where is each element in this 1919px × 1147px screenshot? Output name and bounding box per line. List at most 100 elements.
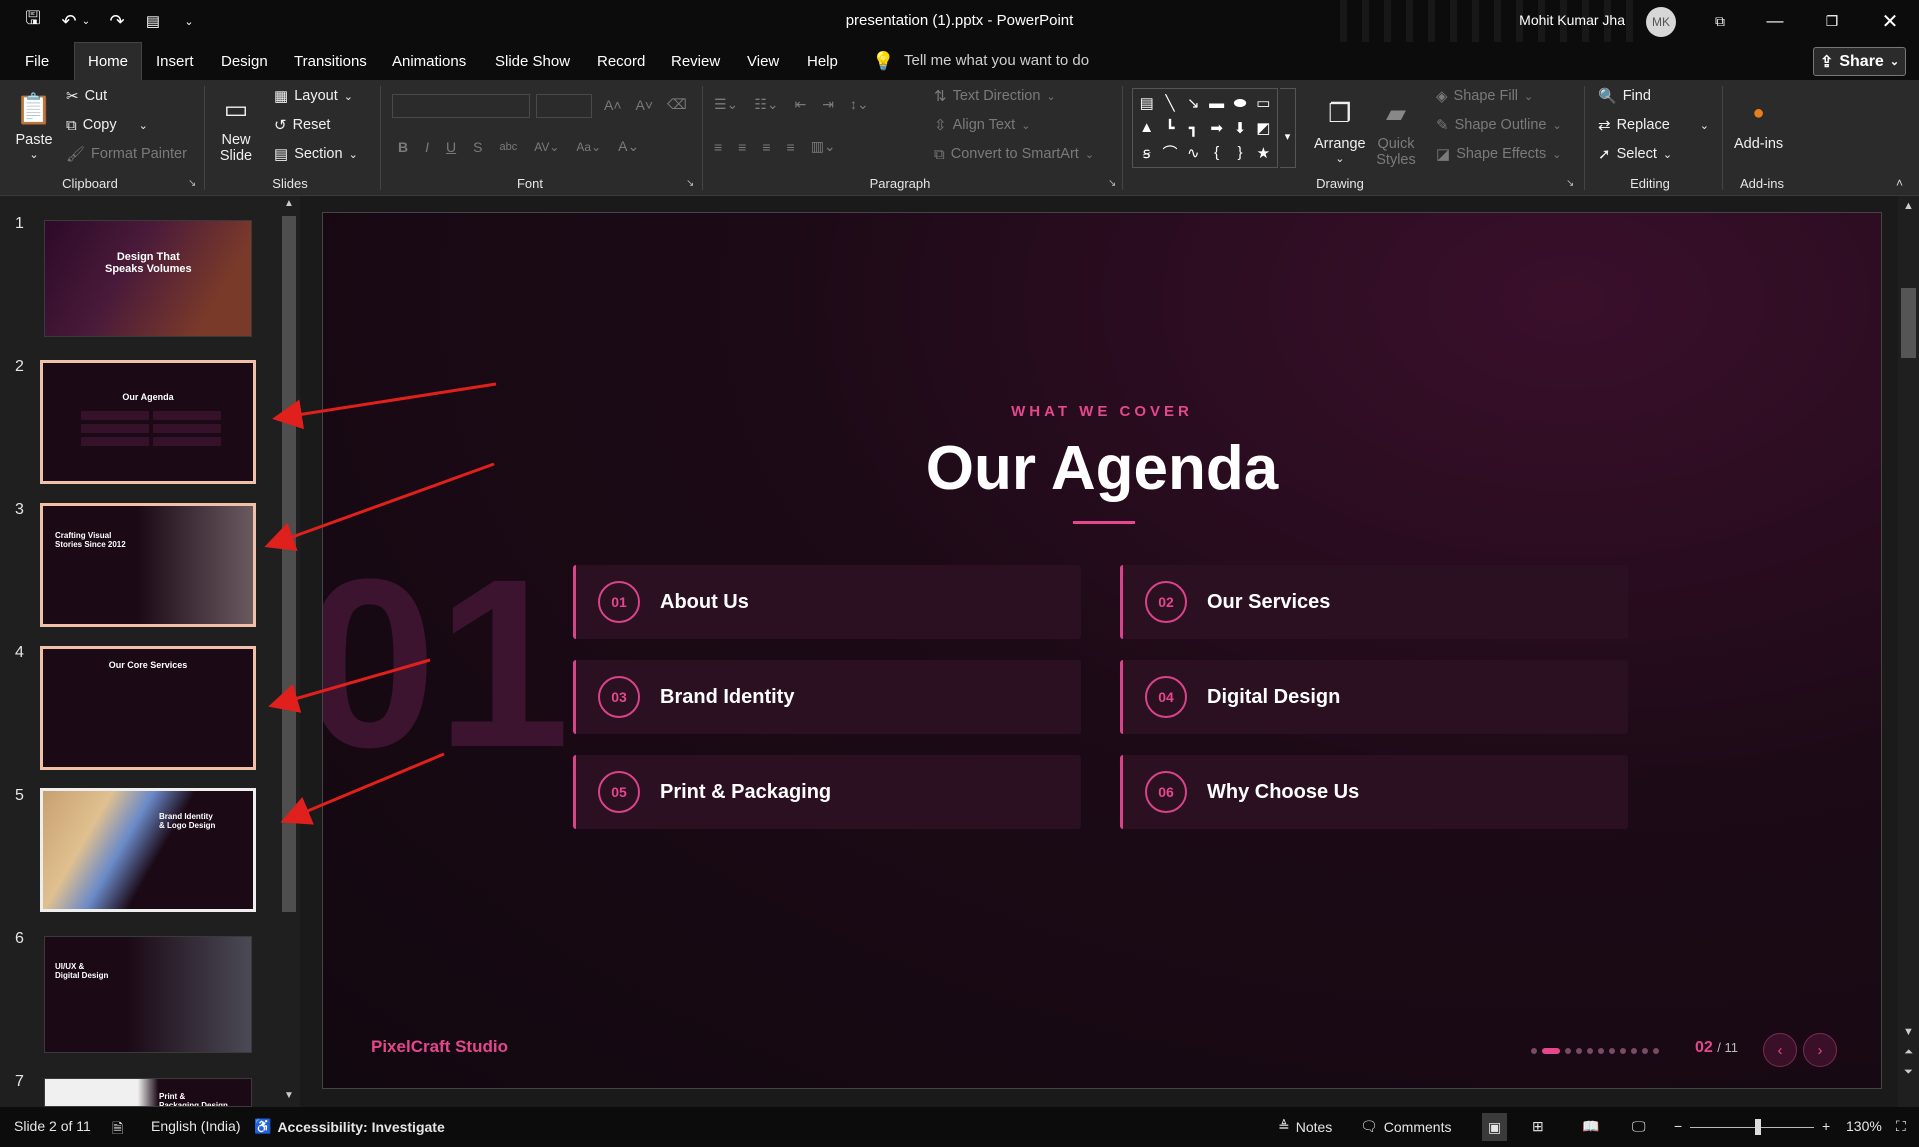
callout-shape-icon[interactable]: ◩ [1256, 119, 1270, 137]
ribbon-display-icon[interactable]: ⧉ [1700, 6, 1740, 36]
scroll-down-icon[interactable]: ▼ [284, 1090, 294, 1101]
right-arrow-shape-icon[interactable]: ➡ [1210, 119, 1223, 137]
thumbnail-scrollbar[interactable]: ▲ ▼ [280, 196, 298, 1107]
dialog-launcher-icon[interactable]: ↘ [1108, 178, 1116, 189]
avatar[interactable]: MK [1646, 7, 1676, 37]
thumbnail-slide-4[interactable]: Our Core Services [40, 646, 256, 770]
thumbnail-slide-1[interactable]: Design That Speaks Volumes [44, 220, 252, 337]
pagination-dot[interactable] [1565, 1048, 1571, 1054]
scrollbar-thumb[interactable] [1901, 288, 1916, 358]
tab-help[interactable]: Help [794, 42, 851, 80]
curve-shape-icon[interactable]: ∿ [1187, 144, 1200, 162]
slideshow-view-icon[interactable]: 🖵 [1632, 1118, 1646, 1135]
bullets-icon[interactable]: ☰⌄ [714, 96, 738, 113]
columns-icon[interactable]: ▥⌄ [811, 138, 836, 155]
scroll-up-icon[interactable]: ▲ [284, 198, 294, 209]
tab-review[interactable]: Review [658, 42, 733, 80]
tell-me-search[interactable]: Tell me what you want to do [904, 52, 1089, 69]
zoom-level[interactable]: 130% [1846, 1118, 1882, 1134]
quick-styles-button[interactable]: ▰ Quick Styles [1376, 92, 1416, 169]
pagination-dot[interactable] [1653, 1048, 1659, 1054]
thumbnail-slide-2[interactable]: Our Agenda [40, 360, 256, 484]
replace-button[interactable]: ⇄ Replace ⌄ [1598, 117, 1709, 133]
dialog-launcher-icon[interactable]: ↘ [1566, 178, 1574, 189]
format-painter-button[interactable]: 🖌 Format Painter [66, 146, 187, 162]
share-button[interactable]: ⇪ Share ⌄ [1813, 47, 1906, 76]
shapes-gallery[interactable]: ▤ ╲ ↘ ▬ ⬬ ▭ ▲ ┗ ┓ ➡ ⬇ ◩ ꞩ ⌒ ∿ {} ★ [1132, 88, 1278, 168]
strikethrough-icon[interactable]: abc [499, 141, 517, 153]
italic-icon[interactable]: I [425, 139, 429, 155]
paste-button[interactable]: 📋 Paste ⌄ [14, 88, 54, 162]
scroll-down-icon[interactable]: ▼ [1898, 1026, 1919, 1038]
tab-home[interactable]: Home [74, 42, 143, 80]
decrease-indent-icon[interactable]: ⇤ [795, 96, 807, 113]
pagination-dot[interactable] [1620, 1048, 1626, 1054]
bold-icon[interactable]: B [398, 139, 408, 155]
add-ins-button[interactable]: ● Add-ins [1734, 92, 1783, 153]
tab-insert[interactable]: Insert [143, 42, 207, 80]
pagination-dot[interactable] [1609, 1048, 1615, 1054]
pagination-dot[interactable] [1631, 1048, 1637, 1054]
language-indicator[interactable]: English (India) [151, 1118, 241, 1134]
pagination-dot[interactable] [1531, 1048, 1537, 1054]
shape-outline-button[interactable]: ✎ Shape Outline ⌄ [1436, 117, 1562, 133]
scroll-up-icon[interactable]: ▲ [1898, 200, 1919, 212]
increase-indent-icon[interactable]: ⇥ [822, 96, 834, 113]
thumbnail-slide-3[interactable]: Crafting Visual Stories Since 2012 [40, 503, 256, 627]
pagination-dot[interactable] [1576, 1048, 1582, 1054]
zoom-out-icon[interactable]: − [1674, 1118, 1682, 1134]
arc-shape-icon[interactable]: ⌒ [1162, 142, 1177, 163]
current-slide[interactable]: 01 WHAT WE COVER Our Agenda 01 About Us … [322, 212, 1882, 1089]
tab-design[interactable]: Design [208, 42, 281, 80]
oval-shape-icon[interactable]: ⬬ [1234, 95, 1247, 112]
increase-font-icon[interactable]: A˄ [604, 97, 622, 113]
tab-file[interactable]: File [12, 42, 62, 80]
text-direction-button[interactable]: ⇅ Text Direction ⌄ [934, 88, 1056, 104]
slide-counter[interactable]: Slide 2 of 11 [14, 1118, 91, 1134]
align-center-icon[interactable]: ≡ [738, 139, 746, 155]
minimize-icon[interactable]: — [1755, 6, 1795, 36]
tab-transitions[interactable]: Transitions [281, 42, 380, 80]
connector-shape-icon[interactable]: ┗ [1165, 119, 1174, 137]
agenda-item[interactable]: 05 Print & Packaging [573, 755, 1081, 829]
thumbnail-slide-5[interactable]: Brand Identity & Logo Design [40, 788, 256, 912]
previous-slide-icon[interactable]: ⏶ [1898, 1046, 1919, 1059]
rectangle-shape-icon[interactable]: ▬ [1209, 95, 1224, 112]
align-left-icon[interactable]: ≡ [714, 139, 722, 155]
dialog-launcher-icon[interactable]: ↘ [686, 178, 694, 189]
arrow-line-shape-icon[interactable]: ↘ [1187, 94, 1200, 112]
close-icon[interactable]: ✕ [1870, 6, 1910, 36]
accessibility-button[interactable]: ♿ Accessibility: Investigate [254, 1118, 445, 1135]
reading-view-icon[interactable]: 📖 [1582, 1118, 1599, 1135]
gallery-more-icon[interactable]: ▾ [1280, 88, 1296, 168]
zoom-slider-thumb[interactable] [1755, 1119, 1761, 1135]
tab-view[interactable]: View [734, 42, 792, 80]
down-arrow-shape-icon[interactable]: ⬇ [1234, 119, 1247, 137]
spelling-icon[interactable]: 🗎 [112, 1118, 123, 1142]
agenda-item[interactable]: 01 About Us [573, 565, 1081, 639]
agenda-item[interactable]: 06 Why Choose Us [1120, 755, 1628, 829]
change-case-icon[interactable]: Aa⌄ [576, 140, 601, 154]
find-button[interactable]: 🔍 Find [1598, 88, 1651, 104]
agenda-item[interactable]: 04 Digital Design [1120, 660, 1628, 734]
notes-button[interactable]: ≜ Notes [1278, 1118, 1332, 1135]
restore-icon[interactable]: ❐ [1812, 6, 1852, 36]
shadow-icon[interactable]: S [473, 139, 482, 155]
pagination-dot[interactable] [1587, 1048, 1593, 1054]
reset-button[interactable]: ↺ Reset [274, 117, 330, 133]
comments-button[interactable]: 🗨 Comments [1360, 1118, 1451, 1135]
layout-button[interactable]: ▦ Layout ⌄ [274, 88, 353, 104]
shape-fill-button[interactable]: ◈ Shape Fill ⌄ [1436, 88, 1533, 104]
freeform-shape-icon[interactable]: ꞩ [1143, 144, 1151, 162]
char-spacing-icon[interactable]: AV⌄ [534, 140, 559, 154]
next-slide-button[interactable]: › [1803, 1033, 1837, 1067]
rounded-rect-shape-icon[interactable]: ▭ [1256, 94, 1270, 112]
arrange-button[interactable]: ❐ Arrange ⌄ [1314, 92, 1366, 166]
scrollbar-thumb[interactable] [282, 216, 296, 912]
tab-slide-show[interactable]: Slide Show [482, 42, 583, 80]
font-name-input[interactable] [392, 94, 530, 118]
tab-record[interactable]: Record [584, 42, 658, 80]
line-spacing-icon[interactable]: ↕⌄ [850, 96, 869, 113]
align-text-button[interactable]: ⇳ Align Text ⌄ [934, 117, 1030, 133]
next-slide-icon[interactable]: ⏷ [1898, 1066, 1919, 1079]
